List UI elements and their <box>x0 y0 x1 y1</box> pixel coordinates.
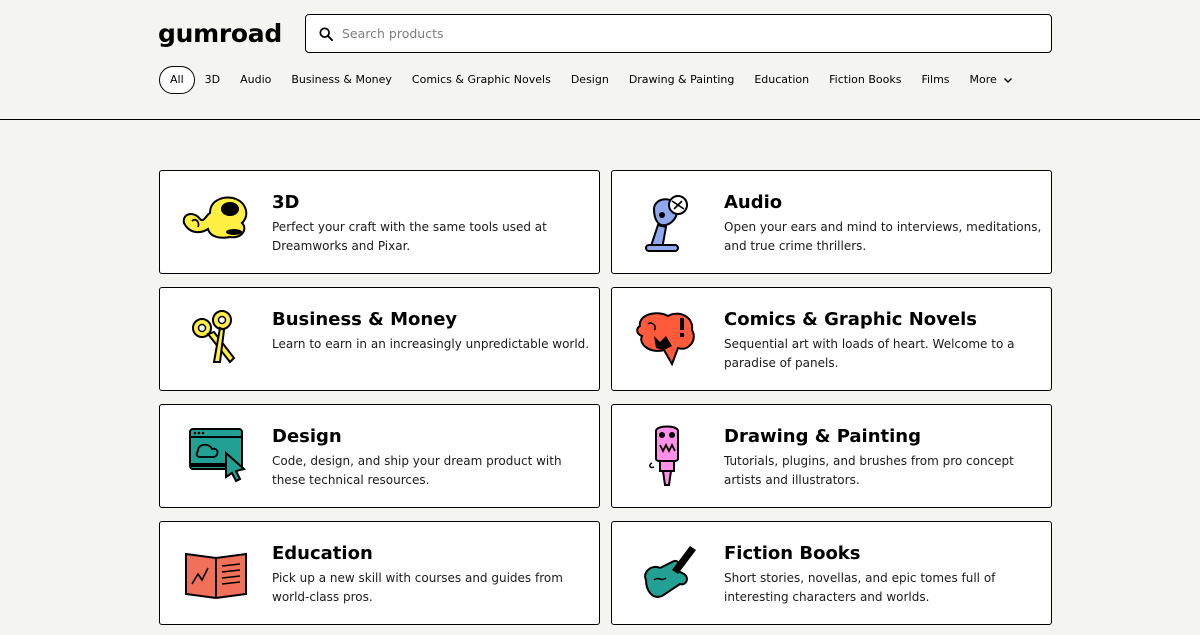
card-description: Learn to earn in an increasingly unpredi… <box>272 337 590 351</box>
card-description: Open your ears and mind to interviews, m… <box>724 220 1042 253</box>
nav-more-label: More <box>969 73 997 86</box>
nav-item-design[interactable]: Design <box>561 66 619 94</box>
category-card-comics[interactable]: Comics & Graphic Novels Sequential art w… <box>611 287 1052 391</box>
card-description: Short stories, novellas, and epic tomes … <box>724 571 996 604</box>
gumroad-logo[interactable]: gumroad <box>158 20 282 48</box>
chevron-down-icon <box>1003 78 1012 83</box>
card-description: Pick up a new skill with courses and gui… <box>272 571 563 604</box>
card-description: Tutorials, plugins, and brushes from pro… <box>724 454 1014 487</box>
card-title: Design <box>272 426 342 447</box>
paintbrush-icon <box>632 423 704 487</box>
hand-writing-icon <box>632 540 704 604</box>
category-card-business-money[interactable]: Business & Money Learn to earn in an inc… <box>159 287 600 391</box>
category-card-audio[interactable]: Audio Open your ears and mind to intervi… <box>611 170 1052 274</box>
card-title: Fiction Books <box>724 543 861 564</box>
card-title: Comics & Graphic Novels <box>724 309 977 330</box>
nav-item-all[interactable]: All <box>159 66 195 94</box>
card-title: Business & Money <box>272 309 458 330</box>
card-description: Perfect your craft with the same tools u… <box>272 220 547 253</box>
card-title: Education <box>272 543 373 564</box>
nav-item-education[interactable]: Education <box>744 66 819 94</box>
microphone-icon <box>632 189 704 253</box>
3d-blob-icon <box>180 189 252 253</box>
nav-more-button[interactable]: More <box>960 66 1023 94</box>
card-title: Drawing & Painting <box>724 426 922 447</box>
nav-item-business-money[interactable]: Business & Money <box>281 66 402 94</box>
site-header: gumroad All 3D Audio Business & Money Co… <box>0 0 1200 120</box>
category-card-design[interactable]: Design Code, design, and ship your dream… <box>159 404 600 508</box>
open-book-icon <box>180 540 252 604</box>
nav-item-comics[interactable]: Comics & Graphic Novels <box>402 66 561 94</box>
speech-burst-icon <box>632 306 704 370</box>
browser-window-icon <box>180 423 252 487</box>
nav-item-films[interactable]: Films <box>911 66 959 94</box>
card-description: Sequential art with loads of heart. Welc… <box>724 337 1015 370</box>
nav-item-fiction-books[interactable]: Fiction Books <box>819 66 911 94</box>
nav-item-3d[interactable]: 3D <box>195 66 230 94</box>
search-input[interactable] <box>342 26 1022 41</box>
nav-item-drawing-painting[interactable]: Drawing & Painting <box>619 66 745 94</box>
card-title: 3D <box>272 192 300 213</box>
search-bar[interactable] <box>305 14 1052 53</box>
nav-item-audio[interactable]: Audio <box>230 66 281 94</box>
card-title: Audio <box>724 192 783 213</box>
category-card-3d[interactable]: 3D Perfect your craft with the same tool… <box>159 170 600 274</box>
search-icon <box>319 26 333 41</box>
card-description: Code, design, and ship your dream produc… <box>272 454 562 487</box>
category-card-fiction-books[interactable]: Fiction Books Short stories, novellas, a… <box>611 521 1052 625</box>
category-card-education[interactable]: Education Pick up a new skill with cours… <box>159 521 600 625</box>
scissors-icon <box>180 306 252 370</box>
category-nav: All 3D Audio Business & Money Comics & G… <box>159 66 1023 94</box>
category-card-drawing-painting[interactable]: Drawing & Painting Tutorials, plugins, a… <box>611 404 1052 508</box>
